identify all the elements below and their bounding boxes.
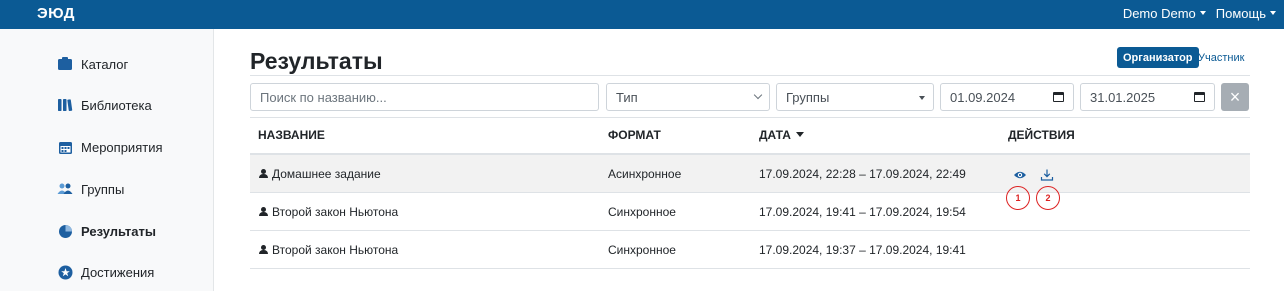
column-header-format[interactable]: ФОРМАТ (608, 128, 661, 142)
help-menu[interactable]: Помощь (1216, 6, 1276, 21)
row-name-cell: Домашнее задание (259, 167, 381, 181)
sidebar-item-results[interactable]: Результаты (57, 221, 156, 241)
title-divider (250, 75, 1250, 76)
type-select[interactable]: Тип (606, 83, 770, 111)
sidebar-item-label: Достижения (81, 264, 155, 280)
row-name-cell: Второй закон Ньютона (259, 243, 398, 257)
column-header-name[interactable]: НАЗВАНИЕ (258, 128, 325, 142)
caret-down-icon (919, 96, 925, 100)
row-date: 17.09.2024, 22:28 – 17.09.2024, 22:49 (759, 167, 966, 181)
sidebar-item-label: Библиотека (81, 97, 152, 113)
row-name: Второй закон Ньютона (272, 243, 399, 257)
top-nav: Demo Demo Помощь (1123, 6, 1276, 21)
app-logo[interactable]: ЭЮД (37, 5, 75, 22)
row-name: Второй закон Ньютона (272, 205, 399, 219)
sidebar-item-groups[interactable]: Группы (57, 179, 124, 199)
results-icon (57, 223, 73, 239)
sidebar-item-events[interactable]: Мероприятия (57, 137, 163, 157)
annotation-marker-2: 2 (1036, 186, 1060, 210)
sidebar: Каталог Библиотека Мероприятия Группы Ре… (0, 29, 214, 291)
row-date: 17.09.2024, 19:41 – 17.09.2024, 19:54 (759, 205, 966, 219)
library-icon (57, 97, 73, 113)
download-icon[interactable] (1040, 168, 1054, 182)
sidebar-item-achievements[interactable]: Достижения (57, 262, 154, 282)
calendar-icon (57, 139, 73, 155)
achievements-icon (57, 264, 73, 280)
table-row[interactable]: Второй закон Ньютона Синхронное 17.09.20… (250, 231, 1250, 269)
column-header-date-label: ДАТА (759, 128, 791, 142)
sidebar-item-library[interactable]: Библиотека (57, 95, 152, 115)
row-name: Домашнее задание (272, 167, 381, 181)
type-select-value: Тип (616, 89, 638, 105)
chevron-down-icon (753, 90, 763, 100)
sidebar-item-label: Мероприятия (81, 139, 163, 155)
row-format: Синхронное (608, 205, 676, 219)
sidebar-item-label: Результаты (81, 223, 156, 239)
column-header-date[interactable]: ДАТА (759, 128, 804, 142)
top-navbar: ЭЮД Demo Demo Помощь (0, 0, 1284, 29)
user-icon (259, 169, 268, 178)
groups-icon (57, 181, 73, 197)
date-from-input[interactable]: 01.09.2024 (940, 83, 1074, 111)
user-icon (259, 207, 268, 216)
participant-toggle-button[interactable]: Участник (1192, 47, 1250, 68)
search-placeholder: Поиск по названию... (260, 89, 387, 105)
row-format: Асинхронное (608, 167, 682, 181)
page-title: Результаты (250, 48, 383, 74)
table-row[interactable]: Второй закон Ньютона Синхронное 17.09.20… (250, 193, 1250, 231)
filters-divider (250, 117, 1250, 118)
sidebar-item-label: Группы (81, 181, 125, 197)
table-row[interactable]: Домашнее задание Асинхронное 17.09.2024,… (250, 155, 1250, 193)
row-date: 17.09.2024, 19:37 – 17.09.2024, 19:41 (759, 243, 966, 257)
column-header-actions: ДЕЙСТВИЯ (1008, 128, 1075, 142)
organizer-toggle-button[interactable]: Организатор (1117, 47, 1199, 68)
groups-select[interactable]: Группы (776, 83, 934, 111)
date-from-value: 01.09.2024 (950, 89, 1016, 105)
user-icon (259, 245, 268, 254)
annotation-marker-1: 1 (1006, 186, 1030, 210)
view-icon[interactable] (1013, 168, 1027, 182)
calendar-picker-icon[interactable] (1053, 92, 1064, 102)
row-name-cell: Второй закон Ньютона (259, 205, 398, 219)
groups-select-value: Группы (786, 89, 830, 105)
date-to-input[interactable]: 31.01.2025 (1080, 83, 1215, 111)
date-to-value: 31.01.2025 (1090, 89, 1156, 105)
search-input[interactable]: Поиск по названию... (250, 83, 599, 111)
clear-filters-button[interactable]: × (1221, 83, 1249, 111)
row-format: Синхронное (608, 243, 676, 257)
sidebar-item-catalog[interactable]: Каталог (57, 54, 128, 74)
sidebar-item-label: Каталог (81, 56, 129, 72)
sort-desc-icon (795, 132, 804, 137)
calendar-picker-icon[interactable] (1194, 92, 1205, 102)
user-menu[interactable]: Demo Demo (1123, 6, 1206, 21)
catalog-icon (57, 56, 73, 72)
